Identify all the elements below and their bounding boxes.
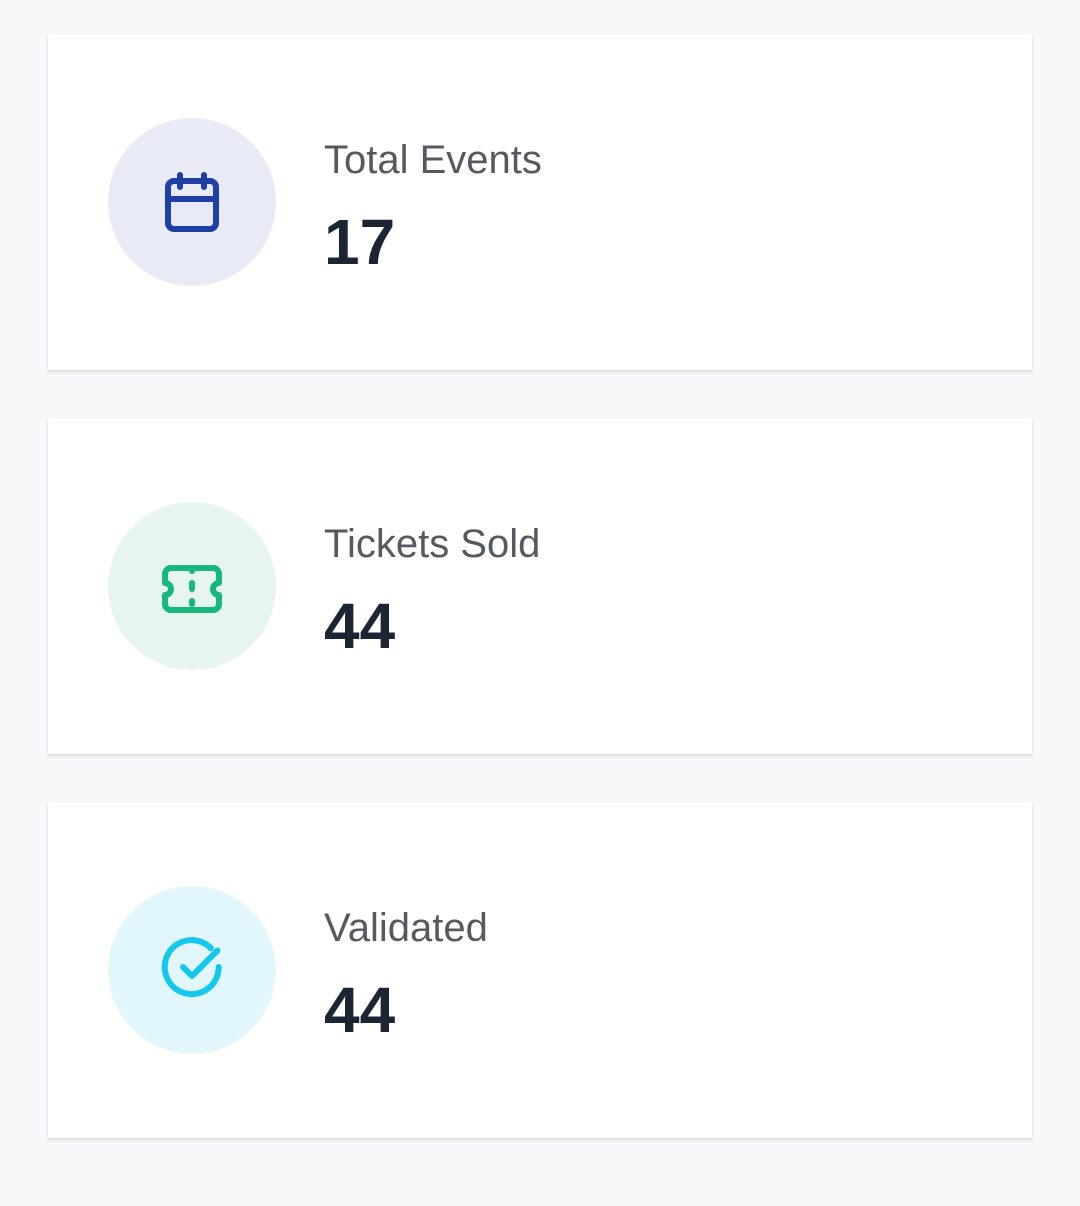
stat-value: 44 [324, 974, 396, 1046]
stat-value: 17 [324, 206, 396, 278]
stat-value: 44 [324, 590, 396, 662]
stat-card-tickets-sold: Tickets Sold 44 [48, 418, 1032, 754]
icon-circle [108, 118, 276, 286]
stat-label: Validated [324, 906, 488, 950]
stat-label: Total Events [324, 138, 542, 182]
stats-panel: Total Events 17 Tickets Sold 44 Validate… [0, 0, 1080, 1206]
stat-label: Tickets Sold [324, 522, 541, 566]
icon-circle [108, 886, 276, 1054]
icon-circle [108, 502, 276, 670]
ticket-icon [162, 565, 222, 613]
stat-card-validated: Validated 44 [48, 802, 1032, 1138]
calendar-icon [165, 172, 219, 232]
check-circle-icon [161, 937, 222, 998]
stat-card-total-events: Total Events 17 [48, 34, 1032, 370]
